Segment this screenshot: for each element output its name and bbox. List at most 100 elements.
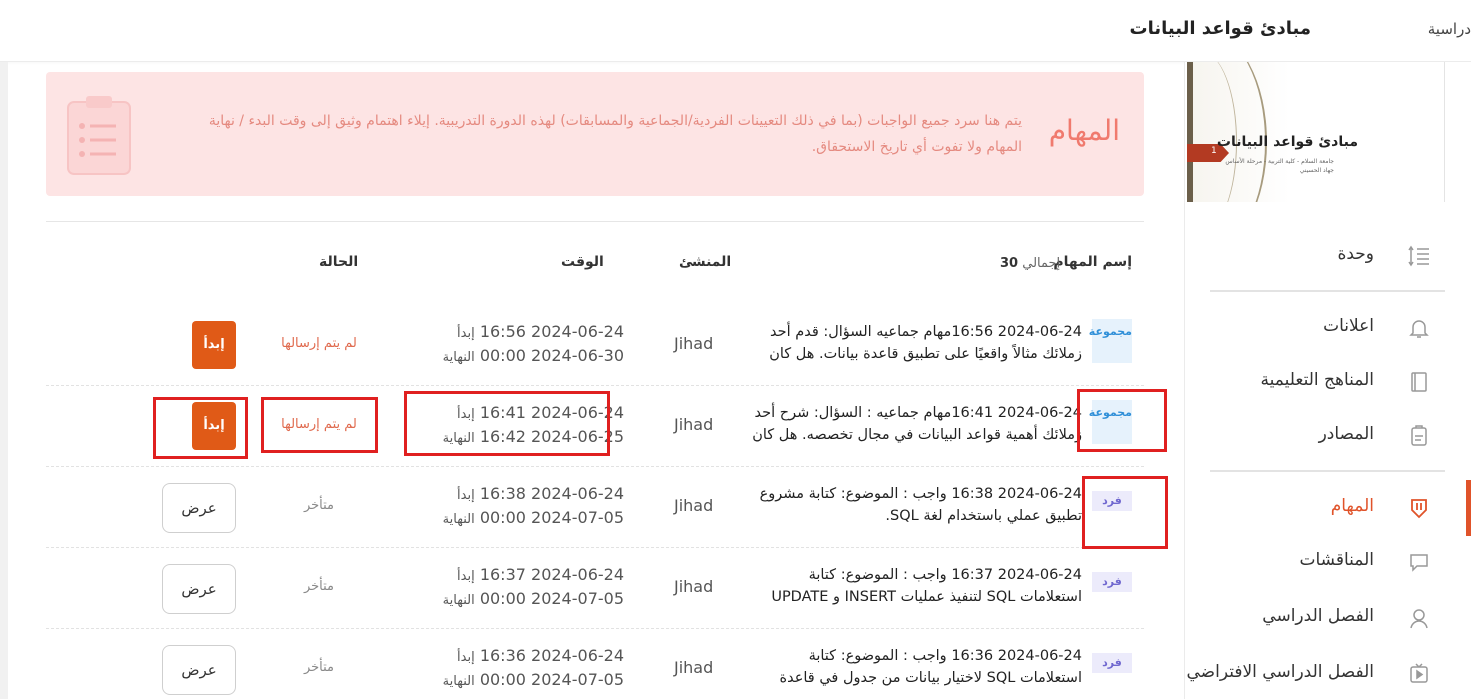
end-time: 2024-07-05 00:00 <box>479 589 624 608</box>
tasks-shield-icon <box>1411 499 1427 519</box>
book-icon <box>1411 372 1427 392</box>
end-label: النهاية <box>442 350 475 365</box>
sidebar-item-discussions[interactable]: المناقشات <box>1185 542 1471 582</box>
cover-title: مبادئ قواعد البيانات <box>1216 134 1358 150</box>
task-creator: Jihad <box>674 415 714 434</box>
task-time: 2024-06-24 16:37 إبدأ 2024-07-05 00:00 ا… <box>414 564 624 612</box>
end-time: 2024-07-05 00:00 <box>479 508 624 527</box>
highlight-box <box>261 397 378 453</box>
task-name[interactable]: 2024-06-24 16:36 واجب : الموضوع: كتابة ا… <box>742 645 1083 691</box>
cover-subtitle: جامعة السلام - كلية التربية - مرحلة الأس… <box>1225 157 1334 175</box>
sidebar-item-announcements[interactable]: اعلانات <box>1185 308 1471 348</box>
sidebar-item-tasks[interactable]: المهام <box>1185 480 1471 536</box>
tasks-info-banner: المهام يتم هنا سرد جميع الواجبات (بما في… <box>46 72 1144 196</box>
start-label: إبدأ <box>457 488 475 503</box>
submission-status: لم يتم إرسالها <box>281 336 357 351</box>
course-cover-image[interactable]: 1 مبادئ قواعد البيانات جامعة السلام - كل… <box>1187 62 1445 202</box>
sidebar-item-virtual-classroom[interactable]: الفصل الدراسي الافتراضي <box>1185 654 1471 694</box>
clipboard-icon <box>67 96 131 175</box>
submission-status: متأخر <box>303 660 335 675</box>
left-gutter <box>0 62 8 699</box>
sidebar-item-label: الفصل الدراسي الافتراضي <box>1186 662 1374 682</box>
total-count: إجمالي 30 <box>1000 256 1060 271</box>
highlight-box <box>153 397 248 459</box>
cover-subtitle-line: جامعة السلام - كلية التربية - مرحلة الأس… <box>1225 158 1334 165</box>
task-name[interactable]: 2024-06-24 16:38 واجب : الموضوع: كتابة م… <box>742 483 1082 529</box>
submission-status: متأخر <box>303 498 335 513</box>
resources-icon <box>1411 425 1427 446</box>
task-name[interactable]: 2024-06-24 16:56مهام جماعيه السؤال: قدم … <box>742 321 1082 367</box>
table-row[interactable]: فرد 2024-06-24 16:38 واجب : الموضوع: كتا… <box>46 467 1144 548</box>
cover-subtitle-line: جهاد الحسيني <box>1299 167 1334 174</box>
chat-icon <box>1410 554 1428 572</box>
start-label: إبدأ <box>457 326 475 341</box>
sidebar-item-label: اعلانات <box>1323 316 1374 336</box>
sidebar-item-label: المهام <box>1330 496 1374 516</box>
view-button[interactable]: عرض <box>162 483 236 533</box>
column-header-name: إسم المهام <box>1053 254 1132 270</box>
view-button[interactable]: عرض <box>162 645 236 695</box>
start-label: إبدأ <box>457 569 475 584</box>
start-button[interactable]: إبدأ <box>192 321 236 369</box>
task-name[interactable]: 2024-06-24 16:37 واجب : الموضوع: كتابة ا… <box>742 564 1082 610</box>
start-label: إبدأ <box>457 650 475 665</box>
start-time: 2024-06-24 16:36 <box>479 646 624 665</box>
end-label: النهاية <box>442 674 475 689</box>
end-time: 2024-06-30 00:00 <box>479 346 624 365</box>
end-label: النهاية <box>442 512 475 527</box>
video-icon <box>1410 663 1428 683</box>
bell-icon <box>1409 320 1429 338</box>
column-header-creator: المنشئ <box>679 254 732 270</box>
end-label: النهاية <box>442 593 475 608</box>
top-bar: مبادئ قواعد البيانات دراسية <box>0 0 1471 62</box>
start-time: 2024-06-24 16:38 <box>479 484 624 503</box>
sidebar-item-classroom[interactable]: الفصل الدراسي <box>1185 598 1471 638</box>
table-row[interactable]: مجموعة 2024-06-24 16:56مهام جماعيه السؤا… <box>46 305 1144 386</box>
start-time: 2024-06-24 16:37 <box>479 565 624 584</box>
breadcrumb[interactable]: دراسية <box>1428 20 1471 38</box>
task-type-badge: فرد <box>1092 572 1132 592</box>
task-creator: Jihad <box>674 658 714 677</box>
task-name[interactable]: 2024-06-24 16:41مهام جماعيه : السؤال: شر… <box>742 402 1082 448</box>
section-divider <box>46 221 1144 222</box>
banner-description: يتم هنا سرد جميع الواجبات (بما في ذلك ال… <box>208 113 1022 155</box>
course-title: مبادئ قواعد البيانات <box>1129 18 1311 39</box>
highlight-box <box>404 391 610 456</box>
task-type-badge: مجموعة <box>1089 319 1132 363</box>
task-creator: Jihad <box>674 334 714 353</box>
sidebar-item-label: المناقشات <box>1299 550 1374 570</box>
total-label: إجمالي <box>1022 256 1061 271</box>
sidebar-item-unit[interactable]: وحدة <box>1185 236 1471 276</box>
column-header-time: الوقت <box>561 254 604 270</box>
submission-status: متأخر <box>303 579 335 594</box>
task-time: 2024-06-24 16:56 إبدأ 2024-06-30 00:00 ا… <box>414 321 624 369</box>
total-value: 30 <box>1000 256 1019 271</box>
sidebar-item-label: وحدة <box>1337 244 1374 264</box>
sidebar-item-label: المصادر <box>1318 424 1374 444</box>
task-type-badge: فرد <box>1092 653 1132 673</box>
end-time: 2024-07-05 00:00 <box>479 670 624 689</box>
table-row[interactable]: فرد 2024-06-24 16:36 واجب : الموضوع: كتا… <box>46 629 1144 699</box>
sidebar: 1 مبادئ قواعد البيانات جامعة السلام - كل… <box>1184 62 1471 699</box>
user-icon <box>1410 609 1428 629</box>
sidebar-item-curriculum[interactable]: المناهج التعليمية <box>1185 362 1471 402</box>
task-time: 2024-06-24 16:38 إبدأ 2024-07-05 00:00 ا… <box>414 483 624 531</box>
view-button[interactable]: عرض <box>162 564 236 614</box>
unit-list-icon <box>1408 245 1429 267</box>
cover-tag-number: 1 <box>1211 146 1217 156</box>
highlight-box <box>1082 476 1168 549</box>
active-indicator <box>1466 480 1471 536</box>
start-time: 2024-06-24 16:56 <box>479 322 624 341</box>
highlight-box <box>1077 389 1167 452</box>
banner-title: المهام <box>1048 114 1120 147</box>
sidebar-separator <box>1210 470 1445 472</box>
sidebar-item-label: الفصل الدراسي <box>1262 606 1374 626</box>
sidebar-item-label: المناهج التعليمية <box>1260 370 1374 390</box>
task-creator: Jihad <box>674 577 714 596</box>
task-creator: Jihad <box>674 496 714 515</box>
table-row[interactable]: فرد 2024-06-24 16:37 واجب : الموضوع: كتا… <box>46 548 1144 629</box>
task-time: 2024-06-24 16:36 إبدأ 2024-07-05 00:00 ا… <box>414 645 624 693</box>
sidebar-item-resources[interactable]: المصادر <box>1185 416 1471 456</box>
column-header-status: الحالة <box>319 254 359 270</box>
sidebar-separator <box>1210 290 1445 292</box>
